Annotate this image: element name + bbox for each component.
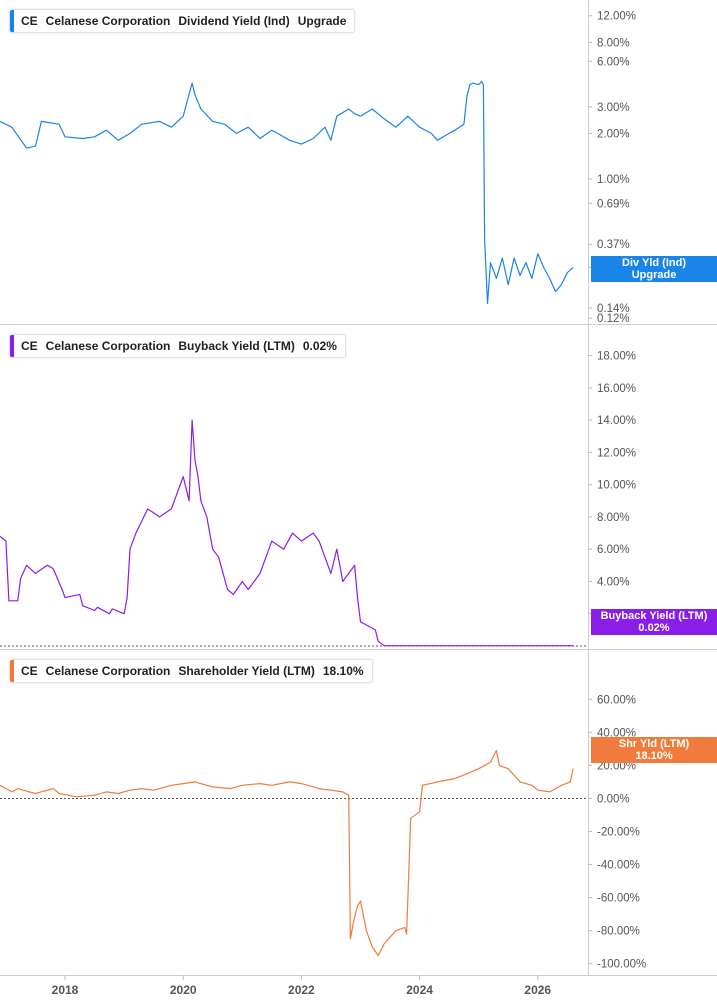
legend-dividend-yield[interactable]: CE Celanese Corporation Dividend Yield (… (9, 9, 356, 33)
legend-company: Celanese Corporation (45, 339, 171, 353)
y-tick-label: 0.69% (597, 198, 630, 210)
series-line-1 (0, 419, 574, 647)
legend-company: Celanese Corporation (45, 14, 171, 28)
legend-color-shareholder (10, 660, 14, 682)
legend-ticker: CE (21, 339, 38, 353)
chart-canvas: 12.00% 8.00% 6.00% 3.00% 2.00% 1.00% 0.69% 0.37… (0, 0, 717, 997)
flag-dividend-value: Upgrade (631, 269, 677, 281)
y-tick-label: 8.00% (597, 37, 630, 49)
y-tick-label: 12.00% (597, 11, 636, 23)
flag-dividend-label: Div Yld (Ind) (622, 257, 686, 269)
x-tick-label: 2020 (170, 983, 197, 997)
flag-buyback-label: Buyback Yield (LTM) (600, 610, 708, 622)
legend-shareholder-yield[interactable]: CE Celanese Corporation Shareholder Yiel… (9, 659, 373, 683)
legend-metric: Dividend Yield (Ind) (178, 14, 290, 28)
y-tick-label: 12.00% (597, 447, 636, 459)
y-tick-label: 6.00% (597, 544, 630, 556)
y-tick-label: -100.00% (597, 959, 646, 971)
y-tick-label: -60.00% (597, 893, 640, 905)
flag-shareholder-value: 18.10% (635, 750, 673, 762)
flag-shareholder-label: Shr Yld (LTM) (618, 738, 690, 750)
flag-dividend-yield: Div Yld (Ind) Upgrade (591, 256, 717, 282)
y-tick-label: 4.00% (597, 576, 630, 588)
y-tick-label: 2.00% (597, 128, 630, 140)
x-tick-label: 2022 (288, 983, 315, 997)
y-tick-label: -80.00% (597, 926, 640, 938)
legend-color-buyback (10, 335, 14, 357)
y-tick-label: 0.12% (597, 313, 630, 325)
legend-metric: Buyback Yield (LTM) (178, 339, 295, 353)
y-tick-label: 3.00% (597, 102, 630, 114)
y-tick-label: 16.00% (597, 383, 636, 395)
legend-ticker: CE (21, 664, 38, 678)
x-tick-label: 2018 (52, 983, 79, 997)
flag-shareholder-yield: Shr Yld (LTM) 18.10% (591, 737, 717, 763)
series-line-0 (0, 81, 574, 305)
y-tick-label: 0.00% (597, 793, 630, 805)
y-tick-label: 8.00% (597, 512, 630, 524)
flag-buyback-yield: Buyback Yield (LTM) 0.02% (591, 609, 717, 635)
legend-buyback-yield[interactable]: CE Celanese Corporation Buyback Yield (L… (9, 334, 346, 358)
y-tick-label: 18.00% (597, 351, 636, 363)
y-tick-label: 14.00% (597, 415, 636, 427)
legend-company: Celanese Corporation (45, 664, 171, 678)
y-tick-label: 10.00% (597, 480, 636, 492)
legend-color-dividend (10, 10, 14, 32)
x-tick-label: 2024 (406, 983, 433, 997)
legend-value[interactable]: Upgrade (298, 14, 347, 28)
legend-ticker: CE (21, 14, 38, 28)
y-tick-label: 60.00% (597, 694, 636, 706)
y-tick-label: -40.00% (597, 860, 640, 872)
y-tick-label: -20.00% (597, 827, 640, 839)
legend-value: 18.10% (322, 664, 364, 678)
series-line-2 (0, 749, 574, 957)
legend-value: 0.02% (302, 339, 337, 353)
x-tick-label: 2026 (524, 983, 551, 997)
y-tick-label: 0.37% (597, 239, 630, 251)
flag-buyback-value: 0.02% (638, 622, 670, 634)
legend-metric: Shareholder Yield (LTM) (178, 664, 315, 678)
y-tick-label: 6.00% (597, 56, 630, 68)
y-tick-label: 1.00% (597, 174, 630, 186)
